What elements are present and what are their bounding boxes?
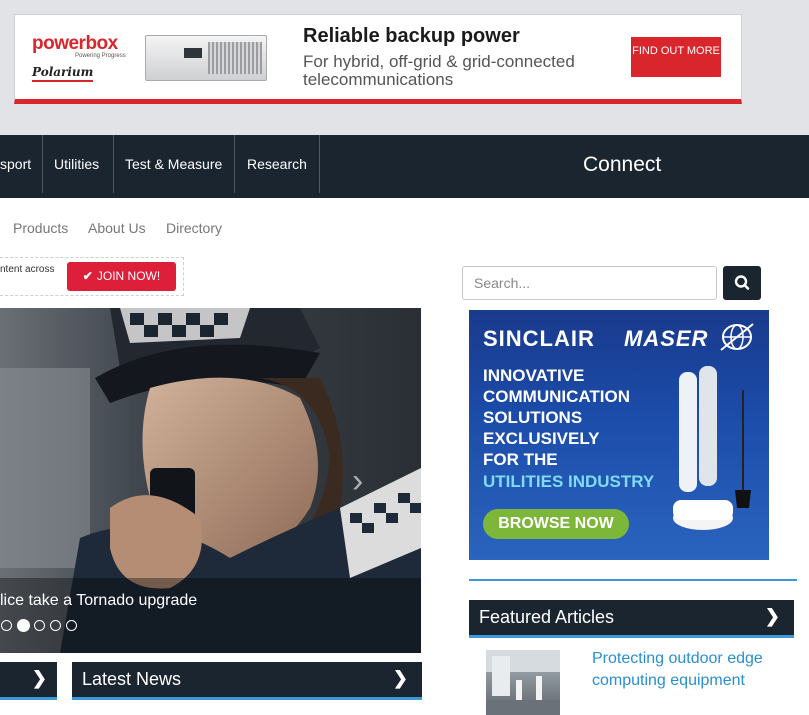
banner-subtitle: For hybrid, off-grid & grid-connected te…: [303, 52, 575, 89]
featured-articles-header[interactable]: Featured Articles ❯: [469, 600, 794, 638]
find-out-more-button[interactable]: FIND OUT MORE: [631, 37, 721, 77]
sinclair-logo: SINCLAIR: [483, 326, 595, 351]
carousel-dot-2[interactable]: [17, 619, 30, 632]
ad-highlight: UTILITIES INDUSTRY: [483, 472, 655, 491]
featured-article-thumbnail[interactable]: [486, 650, 560, 715]
featured-articles-title: Featured Articles: [479, 607, 615, 627]
subnav-directory[interactable]: Directory: [166, 220, 222, 236]
nav-item-utilities[interactable]: Utilities: [43, 135, 114, 193]
search-icon: [734, 275, 750, 290]
powerbox-logo: powerbox: [32, 33, 118, 54]
search-input[interactable]: [462, 266, 717, 300]
maser-globe-icon: [720, 323, 754, 351]
browse-now-button[interactable]: BROWSE NOW: [483, 509, 629, 539]
carousel-next-icon[interactable]: ›: [352, 462, 363, 501]
main-navbar: sport Utilities Test & Measure Research …: [0, 135, 809, 309]
sidebar-divider: [469, 579, 797, 581]
ad-line-2: COMMUNICATION: [483, 387, 630, 406]
chevron-right-icon: ❯: [31, 668, 47, 688]
carousel-dot-5[interactable]: [66, 620, 77, 631]
ad-line-1: INNOVATIVE: [483, 366, 585, 385]
powerbox-tagline: Powering Progress: [75, 53, 126, 59]
search-button[interactable]: [723, 266, 761, 300]
check-icon: ✔: [82, 269, 93, 283]
ad-line-5: FOR THE: [483, 450, 558, 469]
carousel-dot-4[interactable]: [50, 620, 61, 631]
power-unit-image: [145, 35, 267, 81]
carousel-dot-1[interactable]: [1, 620, 12, 631]
subnav-about-us[interactable]: About Us: [88, 220, 146, 236]
ad-line-4: EXCLUSIVELY: [483, 429, 600, 448]
maser-logo: MASER: [624, 326, 709, 351]
nav-item-research[interactable]: Research: [235, 135, 320, 193]
latest-news-title: Latest News: [82, 669, 182, 689]
antenna-image: [673, 366, 751, 530]
join-now-label: JOIN NOW!: [96, 269, 161, 283]
featured-article-link[interactable]: Protecting outdoor edge computing equipm…: [592, 648, 792, 692]
banner-title: Reliable backup power: [303, 25, 520, 47]
section-header-left[interactable]: ❯: [0, 662, 57, 700]
hero-caption[interactable]: lice take a Tornado upgrade: [0, 592, 197, 610]
polarium-logo: Polarium: [32, 65, 94, 82]
banner-ad[interactable]: powerbox Powering Progress Polarium Reli…: [14, 14, 742, 104]
connect-label: Connect: [583, 153, 662, 176]
latest-news-header[interactable]: Latest News ❯: [72, 662, 422, 700]
sinclair-maser-ad[interactable]: SINCLAIR MASER INNOVATIVE COMMUNICATION …: [469, 310, 769, 560]
subnav-products[interactable]: Products: [13, 220, 68, 236]
join-now-button[interactable]: ✔ JOIN NOW!: [67, 262, 176, 291]
ad-line-3: SOLUTIONS: [483, 408, 583, 427]
carousel-dot-3[interactable]: [34, 620, 45, 631]
chevron-right-icon: ❯: [392, 668, 408, 688]
chevron-right-icon: ❯: [764, 606, 780, 626]
promo-text: ntent across: [0, 264, 55, 275]
nav-item-test-measure[interactable]: Test & Measure: [114, 135, 235, 193]
nav-item-transport[interactable]: sport: [0, 135, 43, 193]
